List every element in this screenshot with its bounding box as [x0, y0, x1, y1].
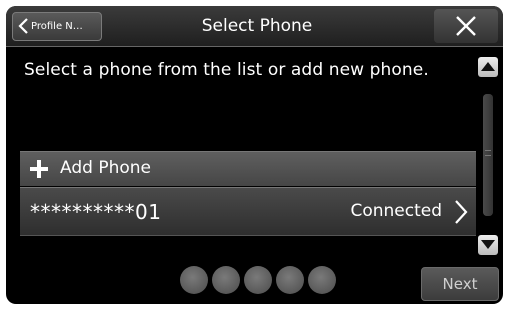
arrow-up-icon	[481, 62, 495, 71]
chevron-left-icon	[18, 18, 28, 34]
header-bar: Profile N… Select Phone	[6, 6, 503, 47]
phone-status: Connected	[350, 201, 442, 221]
phone-name: **********01	[30, 200, 162, 224]
list-item[interactable]: **********01 Connected	[20, 187, 476, 236]
page-dot	[276, 266, 304, 294]
phone-select-screen: Profile N… Select Phone Select a phone f…	[6, 6, 503, 304]
page-dot	[180, 266, 208, 294]
instruction-text: Select a phone from the list or add new …	[24, 60, 429, 80]
close-icon	[456, 16, 476, 36]
page-title: Select Phone	[201, 16, 313, 36]
scroll-up-button[interactable]	[478, 57, 498, 77]
next-button[interactable]: Next	[421, 267, 499, 301]
page-dot	[308, 266, 336, 294]
back-button-label: Profile N…	[31, 21, 83, 32]
scroll-down-button[interactable]	[478, 235, 498, 255]
add-phone-label: Add Phone	[60, 158, 151, 178]
scrollbar-grip	[485, 150, 491, 156]
back-button[interactable]: Profile N…	[12, 12, 102, 41]
add-phone-row[interactable]: Add Phone	[20, 151, 476, 186]
plus-icon	[30, 160, 48, 178]
scrollbar-thumb[interactable]	[483, 94, 493, 216]
close-button[interactable]	[434, 9, 498, 43]
arrow-down-icon	[481, 240, 495, 249]
scrollbar-track[interactable]	[483, 94, 493, 216]
chevron-right-icon	[455, 200, 468, 224]
page-dot	[212, 266, 240, 294]
page-dot	[244, 266, 272, 294]
